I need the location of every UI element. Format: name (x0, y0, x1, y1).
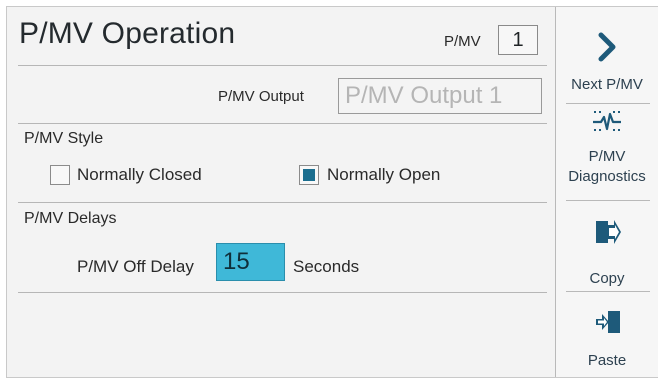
pmv-diagnostics-label-line1: P/MV (588, 148, 626, 165)
pmv-delays-heading: P/MV Delays (24, 210, 117, 227)
divider (18, 202, 547, 203)
copy-button[interactable]: Copy (556, 203, 658, 291)
paste-icon (596, 311, 620, 333)
copy-label: Copy (589, 270, 625, 287)
normally-open-checkbox[interactable] (299, 165, 319, 185)
copy-icon (596, 220, 621, 244)
page-title: P/MV Operation (19, 17, 236, 50)
divider (566, 200, 650, 201)
normally-open-label[interactable]: Normally Open (327, 165, 440, 185)
paste-button[interactable]: Paste (556, 293, 658, 377)
screen-frame: P/MV Operation P/MV 1 P/MV Output P/MV O… (6, 6, 658, 378)
diagnostics-icon (593, 111, 621, 131)
softkey-sidebar: Next P/MV P/MV Diagnostics Copy Paste (555, 7, 658, 377)
normally-closed-checkbox[interactable] (50, 165, 70, 185)
divider (18, 65, 547, 66)
next-pmv-button[interactable]: Next P/MV (556, 17, 658, 101)
pmv-number-field[interactable]: 1 (498, 25, 538, 55)
divider (18, 123, 547, 124)
paste-label: Paste (587, 352, 627, 369)
pmv-output-field[interactable]: P/MV Output 1 (338, 78, 542, 114)
pmv-number-label: P/MV (444, 33, 481, 50)
pmv-style-heading: P/MV Style (24, 130, 104, 147)
normally-closed-label[interactable]: Normally Closed (77, 165, 202, 185)
pmv-diagnostics-label-line2: Diagnostics (568, 168, 646, 185)
divider (566, 103, 650, 104)
divider (566, 291, 650, 292)
divider (18, 292, 547, 293)
off-delay-label: P/MV Off Delay (77, 257, 194, 276)
off-delay-field[interactable]: 15 (216, 243, 285, 281)
pmv-diagnostics-button[interactable]: P/MV Diagnostics (556, 105, 658, 197)
off-delay-unit: Seconds (293, 257, 360, 276)
next-pmv-label: Next P/MV (571, 76, 643, 93)
main-panel: P/MV Operation P/MV 1 P/MV Output P/MV O… (7, 7, 555, 377)
pmv-output-label: P/MV Output (218, 88, 304, 105)
chevron-right-icon (598, 32, 616, 62)
